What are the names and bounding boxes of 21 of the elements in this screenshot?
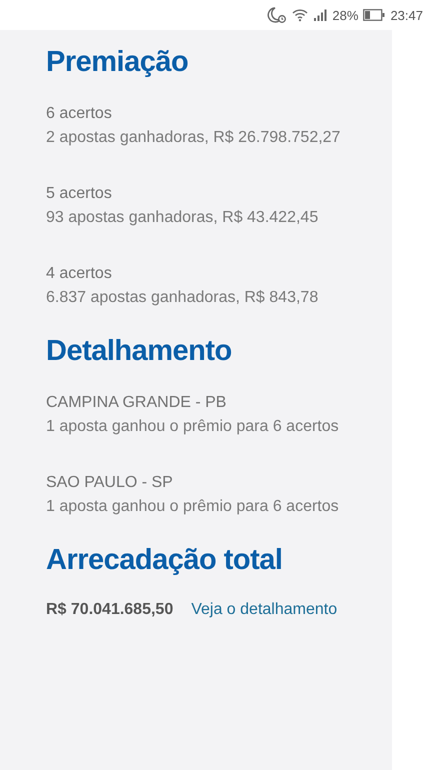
signal-icon bbox=[313, 9, 328, 21]
item-description: 1 aposta ganhou o prêmio para 6 acertos bbox=[46, 496, 340, 516]
item-heading: SAO PAULO - SP bbox=[46, 473, 174, 493]
battery-icon bbox=[363, 9, 386, 21]
battery-percentage: 28% bbox=[332, 8, 358, 22]
moon-alarm-icon bbox=[267, 6, 288, 24]
item-heading: 6 acertos bbox=[46, 104, 113, 124]
section-heading: Detalhamento bbox=[46, 334, 232, 369]
details-link[interactable]: Veja o detalhamento bbox=[191, 601, 338, 618]
item-description: 2 apostas ganhadoras, R$ 26.798.752,27 bbox=[46, 128, 342, 148]
section-heading: Premiação bbox=[46, 45, 188, 80]
item-description: 6.837 apostas ganhadoras, R$ 843,78 bbox=[46, 288, 320, 308]
item-heading: 4 acertos bbox=[46, 264, 113, 284]
section-heading: Arrecadação total bbox=[46, 543, 282, 578]
item-description: 1 aposta ganhou o prêmio para 6 acertos bbox=[46, 416, 340, 436]
item-heading: 5 acertos bbox=[46, 184, 113, 204]
item-heading: CAMPINA GRANDE - PB bbox=[46, 393, 228, 413]
wifi-icon bbox=[292, 8, 308, 22]
item-description: 93 apostas ganhadoras, R$ 43.422,45 bbox=[46, 208, 320, 228]
clock-time: 23:47 bbox=[390, 8, 423, 22]
total-amount: R$ 70.041.685,50 bbox=[46, 601, 174, 618]
